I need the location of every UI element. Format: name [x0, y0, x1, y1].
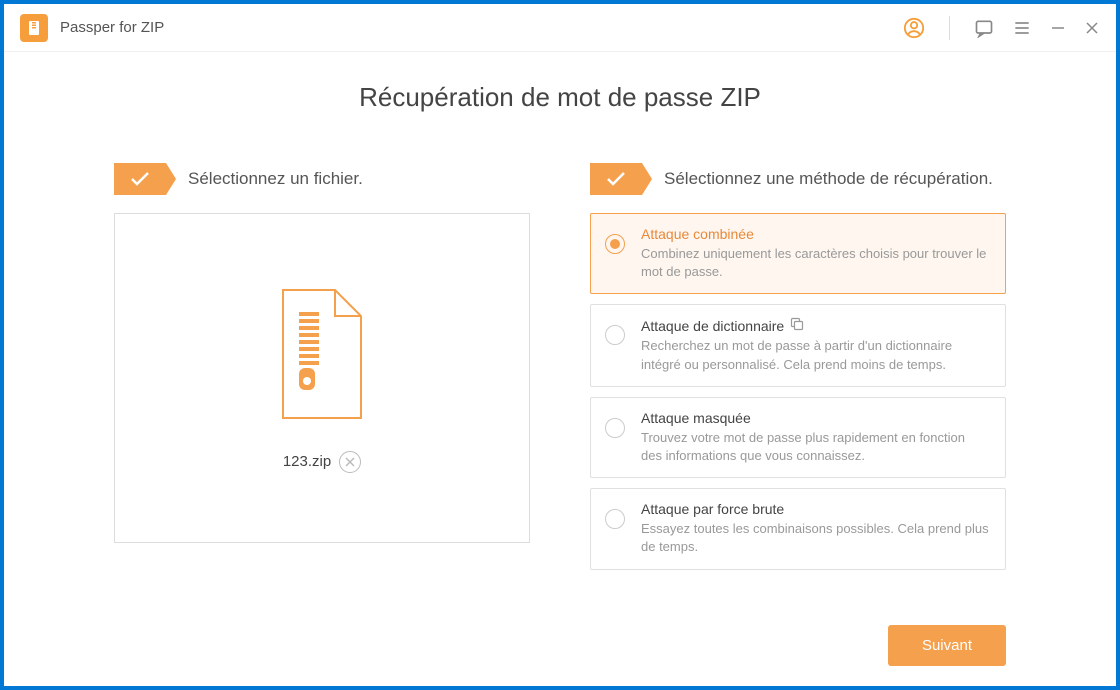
method-title: Attaque masquée [641, 410, 989, 426]
step1-label: Sélectionnez un fichier. [188, 169, 363, 189]
method-mask-attack[interactable]: Attaque masquée Trouvez votre mot de pas… [590, 397, 1006, 478]
method-desc: Combinez uniquement les caractères chois… [641, 245, 989, 281]
zip-file-icon [277, 284, 367, 429]
content: Récupération de mot de passe ZIP Sélecti… [4, 52, 1116, 686]
method-title: Attaque de dictionnaire [641, 317, 989, 334]
step-select-method: Sélectionnez une méthode de récupération… [590, 163, 1006, 597]
feedback-icon[interactable] [974, 18, 994, 38]
footer: Suivant [114, 597, 1006, 666]
remove-file-button[interactable] [339, 451, 361, 473]
method-list: Attaque combinée Combinez uniquement les… [590, 213, 1006, 570]
columns: Sélectionnez un fichier. [114, 163, 1006, 597]
step-select-file: Sélectionnez un fichier. [114, 163, 530, 597]
method-desc: Essayez toutes les combinaisons possible… [641, 520, 989, 556]
next-button[interactable]: Suivant [888, 625, 1006, 666]
titlebar: Passper for ZIP [4, 4, 1116, 52]
step2-header: Sélectionnez une méthode de récupération… [590, 163, 1006, 195]
step1-badge [114, 163, 166, 195]
step2-label: Sélectionnez une méthode de récupération… [664, 169, 993, 189]
method-title: Attaque combinée [641, 226, 989, 242]
method-desc: Recherchez un mot de passe à partir d'un… [641, 337, 989, 373]
method-title: Attaque par force brute [641, 501, 989, 517]
radio-mask[interactable] [605, 418, 625, 438]
filename: 123.zip [283, 453, 331, 470]
minimize-button[interactable] [1050, 20, 1066, 36]
app-title: Passper for ZIP [60, 19, 164, 36]
radio-brute-force[interactable] [605, 509, 625, 529]
menu-icon[interactable] [1012, 18, 1032, 38]
step2-badge [590, 163, 642, 195]
step1-header: Sélectionnez un fichier. [114, 163, 530, 195]
close-button[interactable] [1084, 20, 1100, 36]
app-icon [20, 14, 48, 42]
account-icon[interactable] [903, 17, 925, 39]
file-dropzone[interactable]: 123.zip [114, 213, 530, 543]
method-dictionary-attack[interactable]: Attaque de dictionnaire Recherchez un mo… [590, 304, 1006, 386]
method-brute-force[interactable]: Attaque par force brute Essayez toutes l… [590, 488, 1006, 569]
page-title: Récupération de mot de passe ZIP [114, 82, 1006, 113]
radio-combination[interactable] [605, 234, 625, 254]
filename-row: 123.zip [283, 451, 361, 473]
titlebar-divider [949, 16, 950, 40]
titlebar-buttons [903, 16, 1100, 40]
radio-dictionary[interactable] [605, 325, 625, 345]
method-combination-attack[interactable]: Attaque combinée Combinez uniquement les… [590, 213, 1006, 294]
method-desc: Trouvez votre mot de passe plus rapideme… [641, 429, 989, 465]
copy-icon [790, 317, 804, 334]
app-window: Passper for ZIP Récupération de mot de p… [4, 4, 1116, 686]
